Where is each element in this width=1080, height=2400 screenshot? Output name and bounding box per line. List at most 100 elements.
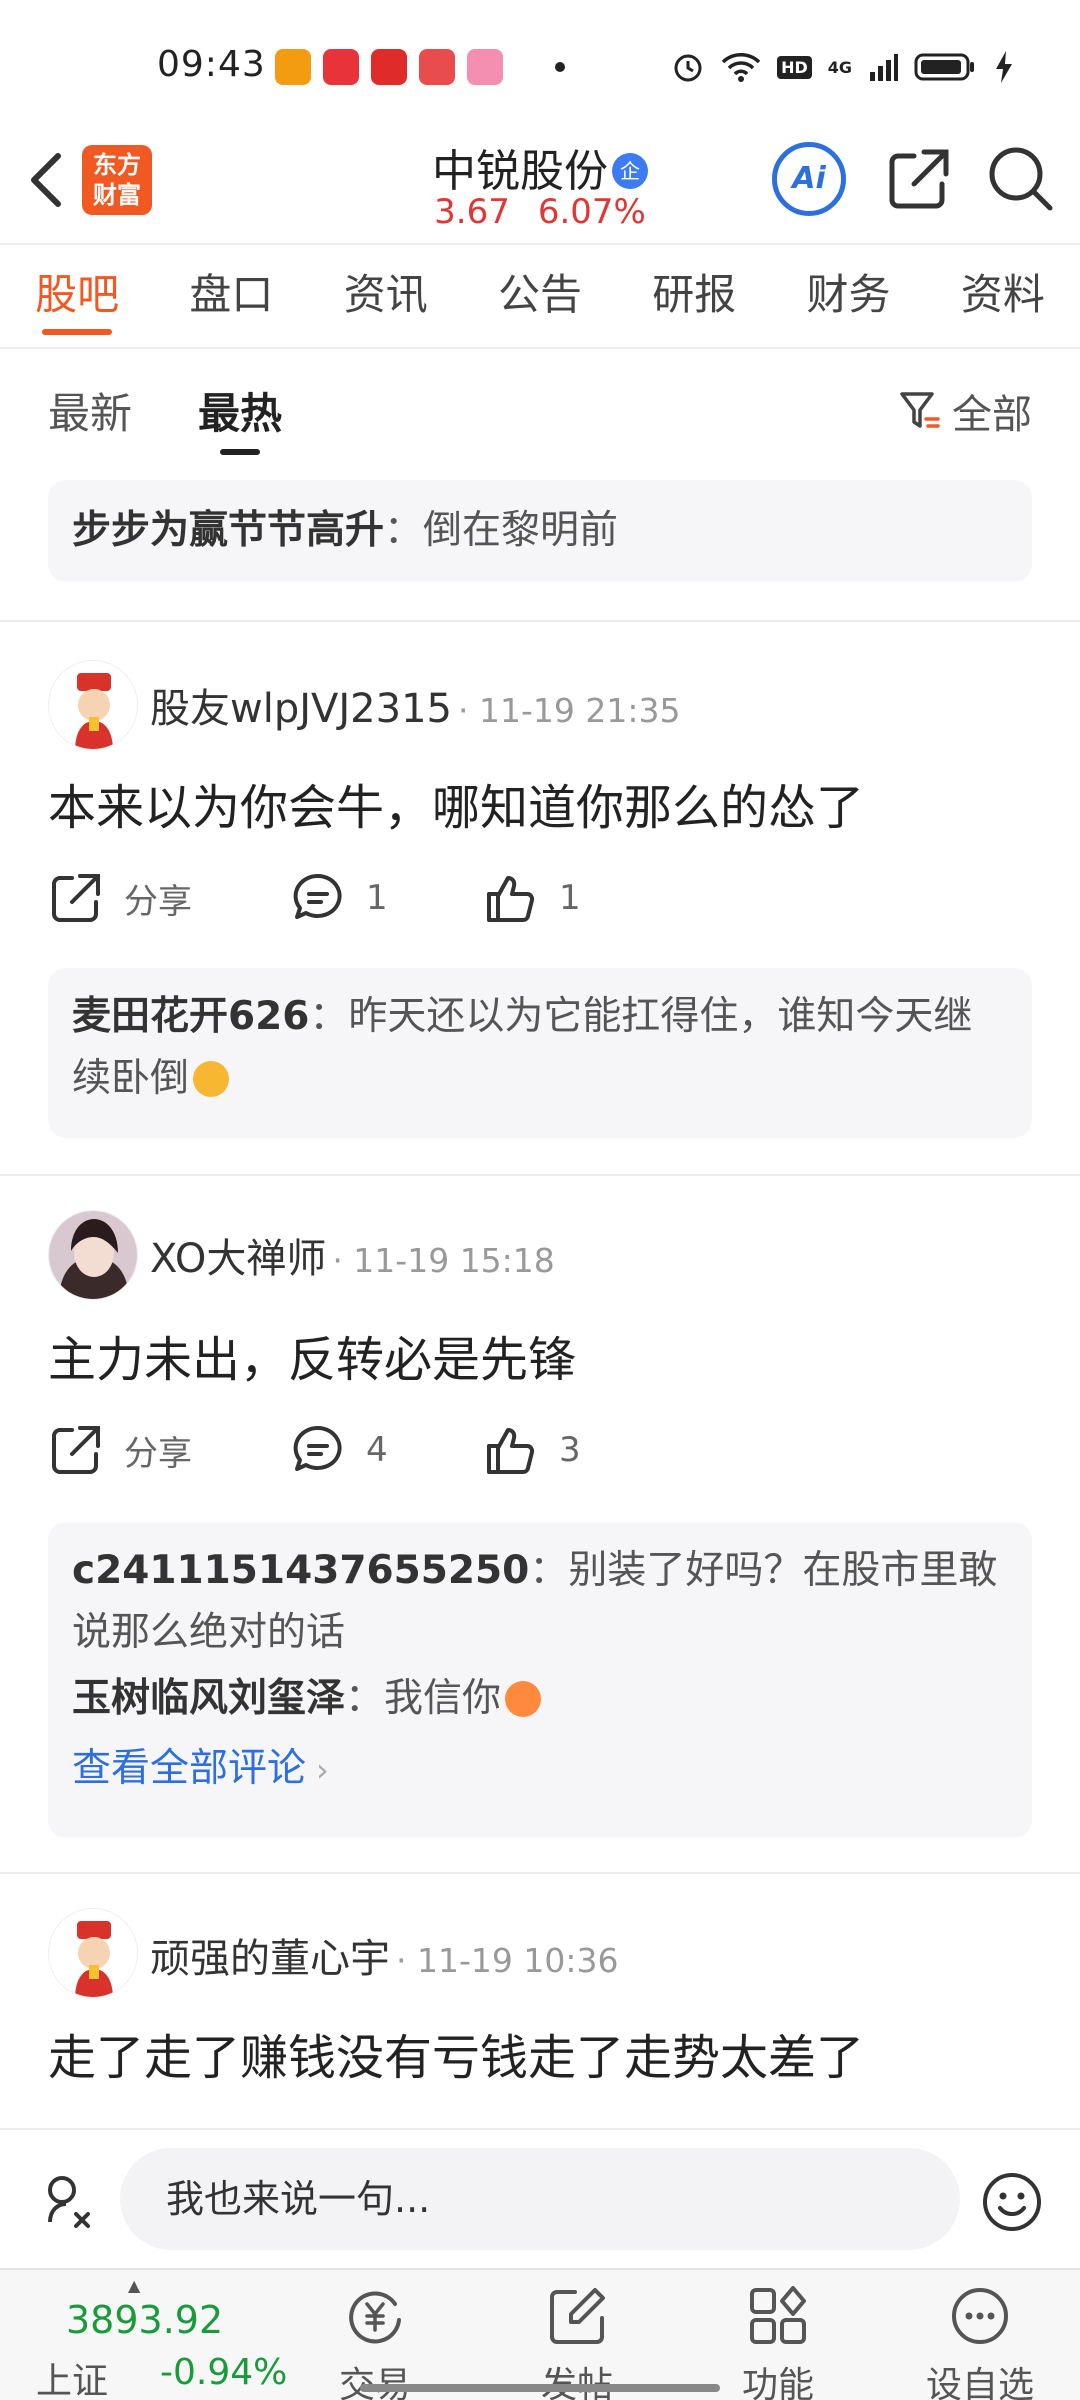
nav-label: 设自选 (925, 2365, 1034, 2400)
comment-count: 4 (366, 1430, 388, 1470)
author-row: XO大禅师 · 11-19 15:18 (150, 1226, 555, 1284)
stock-change-pct: 6.07% (537, 192, 646, 232)
taobao-icon (371, 49, 407, 85)
like-action[interactable]: 3 (483, 1422, 581, 1478)
like-count: 1 (559, 878, 581, 918)
reply-text: ：我信你 (345, 1676, 502, 1721)
sort-bar: 最新 最热 全部 (0, 350, 1080, 470)
nav-label: 发帖 (540, 2365, 613, 2400)
share-icon (52, 874, 100, 922)
app-notification-icon (275, 49, 311, 85)
trade-yen-icon (349, 2291, 401, 2344)
post-actions: 分享 4 3 (48, 1422, 648, 1486)
signal-icon (870, 54, 898, 81)
comment-icon (293, 1425, 342, 1471)
battery-icon (914, 53, 974, 81)
comment-action[interactable]: 4 (290, 1422, 388, 1478)
author-name[interactable]: XO大禅师 (150, 1236, 326, 1282)
post-text[interactable]: 走了走了赚钱没有亏钱走了走势太差了 (48, 2018, 864, 2088)
xiaohongshu-icon (323, 49, 359, 85)
thumbs-up-icon (487, 1428, 535, 1474)
tab-profile[interactable]: 资料 (926, 245, 1080, 345)
avatar[interactable] (48, 1908, 138, 1998)
like-count: 3 (559, 1430, 581, 1470)
charging-icon (996, 51, 1012, 83)
author-row: 股友wlpJVJ2315 · 11-19 21:35 (150, 676, 680, 734)
comment-input-bar: 我也来说一句... (0, 2128, 1080, 2268)
ai-assistant-button[interactable]: Ai (772, 142, 846, 216)
reply-item[interactable]: 玉树临风刘玺泽：我信你 (72, 1668, 1008, 1730)
comment-icon (293, 873, 342, 919)
sort-hottest[interactable]: 最热 (198, 380, 282, 455)
more-dots-icon (952, 2288, 1008, 2344)
angry-emoji-icon (505, 1681, 542, 1717)
caishen-avatar-icon (49, 661, 137, 749)
sort-latest[interactable]: 最新 (48, 380, 132, 441)
caret-up-icon: ▲ (128, 2276, 141, 2295)
stock-name: 中锐股份 (432, 146, 608, 197)
share-label: 分享 (124, 1433, 192, 1474)
reply-user[interactable]: 玉树临风刘玺泽 (72, 1676, 345, 1721)
like-action[interactable]: 1 (483, 870, 581, 926)
author-name[interactable]: 顽强的董心宇 (150, 1936, 390, 1982)
comment-input[interactable]: 我也来说一句... (120, 2148, 960, 2250)
post-card[interactable]: 顽强的董心宇 · 11-19 10:36 走了走了赚钱没有亏钱走了走势太差了 (0, 1872, 1080, 2128)
emoji-icon[interactable] (980, 2170, 1044, 2234)
search-icon[interactable] (986, 144, 1056, 214)
post-actions: 分享 1 1 (48, 870, 648, 934)
reply-item[interactable]: c2411151437655250：别装了好吗？在股市里敢说那么绝对的话 (72, 1540, 1008, 1664)
share-label: 分享 (124, 881, 192, 922)
user-photo-avatar-icon (49, 1211, 137, 1299)
video-app-icon (419, 49, 455, 85)
status-indicators: HD 4G (671, 50, 1014, 84)
share-icon[interactable] (884, 144, 954, 214)
filter-icon (900, 392, 940, 428)
tab-announcements[interactable]: 公告 (463, 245, 617, 345)
avatar[interactable] (48, 660, 138, 750)
nav-post[interactable]: 发帖 (507, 2286, 647, 2400)
comment-action[interactable]: 1 (290, 870, 388, 926)
tab-guba[interactable]: 股吧 (0, 245, 154, 345)
notification-icons (275, 49, 565, 85)
nav-trade[interactable]: 交易 (305, 2286, 445, 2400)
stock-price: 3.67 (434, 192, 510, 232)
main-tabs: 股吧 盘口 资讯 公告 研报 财务 资料 (0, 245, 1080, 345)
view-all-comments-link[interactable]: 查看全部评论 › (72, 1738, 1008, 1801)
post-text[interactable]: 本来以为你会牛，哪知道你那么的怂了 (48, 768, 864, 838)
network-type: 4G (827, 57, 852, 77)
author-name[interactable]: 股友wlpJVJ2315 (150, 686, 452, 732)
tab-research[interactable]: 研报 (617, 245, 771, 345)
index-value: 3893.92 (66, 2298, 224, 2342)
tab-finance[interactable]: 财务 (771, 245, 925, 345)
nav-label: 功能 (741, 2365, 814, 2400)
nav-add-watchlist[interactable]: 设自选 (910, 2286, 1050, 2400)
index-ticker[interactable]: ▲ 3893.92 上证 -0.94% (36, 2276, 287, 2400)
comment-count: 1 (366, 878, 388, 918)
more-notifications-dot (555, 62, 565, 72)
pinned-reply[interactable]: 步步为赢节节高升：倒在黎明前 (48, 480, 1032, 582)
share-icon (52, 1426, 100, 1474)
reply-user[interactable]: c2411151437655250 (72, 1548, 529, 1593)
reply-list[interactable]: 麦田花开626：昨天还以为它能扛得住，谁知今天继续卧倒 (48, 968, 1032, 1138)
post-card[interactable]: XO大禅师 · 11-19 15:18 主力未出，反转必是先锋 分享 4 3 c2… (0, 1174, 1080, 1874)
chevron-right-icon: › (316, 1751, 329, 1789)
reply-text: ：倒在黎明前 (384, 508, 619, 553)
reply-list[interactable]: c2411151437655250：别装了好吗？在股市里敢说那么绝对的话 玉树临… (48, 1522, 1032, 1838)
post-text[interactable]: 主力未出，反转必是先锋 (48, 1320, 576, 1390)
voice-input-icon[interactable] (36, 2172, 96, 2232)
view-all-label: 查看全部评论 (72, 1746, 307, 1791)
filter-button[interactable]: 全部 (898, 382, 1032, 440)
post-time: · 11-19 10:36 (396, 1941, 619, 1980)
tab-pankou[interactable]: 盘口 (154, 245, 308, 345)
share-action[interactable]: 分享 (48, 1422, 192, 1478)
wifi-icon (721, 53, 761, 82)
home-indicator[interactable] (360, 2384, 720, 2392)
compose-icon (550, 2288, 605, 2344)
reply-user[interactable]: 步步为赢节节高升 (72, 508, 384, 553)
nav-functions[interactable]: 功能 (708, 2286, 848, 2400)
reply-user[interactable]: 麦田花开626 (72, 994, 309, 1039)
tab-news[interactable]: 资讯 (309, 245, 463, 345)
avatar[interactable] (48, 1210, 138, 1300)
post-card[interactable]: 股友wlpJVJ2315 · 11-19 21:35 本来以为你会牛，哪知道你那么… (0, 620, 1080, 1175)
share-action[interactable]: 分享 (48, 870, 192, 926)
